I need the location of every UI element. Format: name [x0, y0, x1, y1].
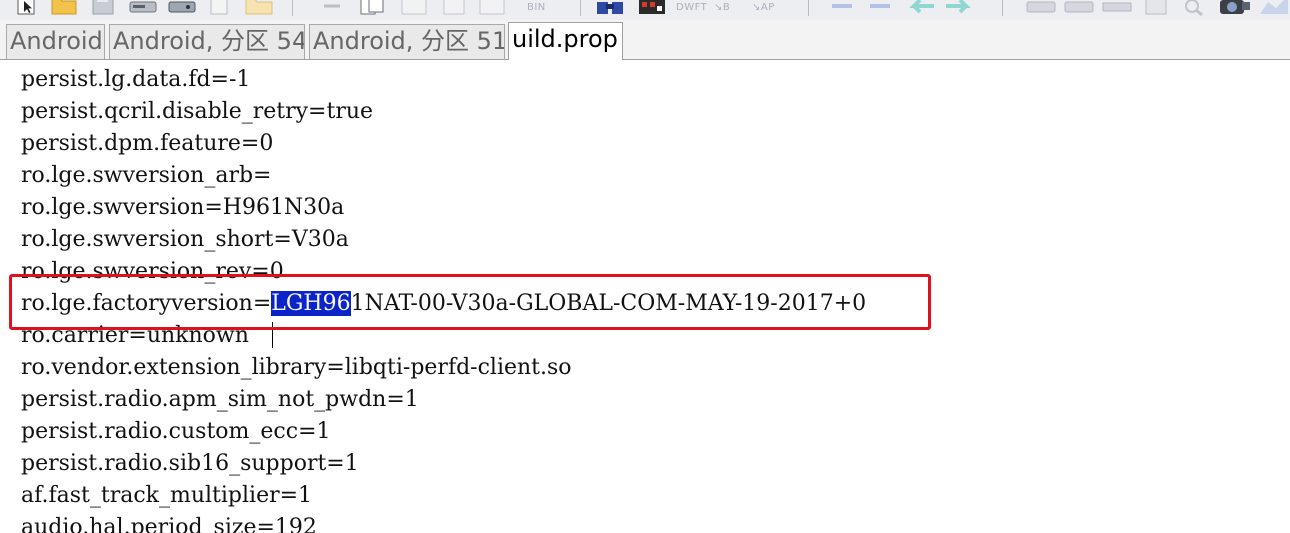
editor-line[interactable]: ro.lge.swversion_arb= [21, 160, 271, 192]
editor-line[interactable]: ro.lge.swversion_rev=0 [21, 256, 284, 288]
editor-line[interactable]: ro.vendor.extension_library=libqti-perfd… [21, 352, 572, 384]
ram-chip-icon[interactable] [1100, 0, 1134, 16]
toolbar-caption-ap: ↘AP [752, 2, 775, 13]
editor-line[interactable]: audio.hal.period_size=192 [21, 512, 317, 533]
text-caret [272, 322, 273, 348]
toolbar-caption-bin: BIN [527, 2, 546, 13]
document-icon[interactable] [206, 0, 232, 16]
copy-pages-icon[interactable] [358, 0, 388, 16]
paste-special-icon[interactable] [440, 0, 470, 16]
factoryversion-key: ro.lge.factoryversion= [21, 291, 272, 316]
toolbar-caption-b: ↘B [714, 2, 731, 13]
editor-line[interactable]: ro.carrier=unknown [21, 320, 249, 352]
editor-line[interactable]: persist.radio.custom_ecc=1 [21, 416, 331, 448]
editor-line[interactable]: ro.lge.swversion=H961N30a [21, 192, 344, 224]
drive-gray-icon[interactable] [1024, 0, 1058, 16]
back-arrow-icon[interactable] [904, 0, 938, 16]
factoryversion-value-rest: 1NAT-00-V30a-GLOBAL-COM-MAY-19-2017+0 [350, 291, 867, 316]
compare-icon[interactable] [476, 0, 510, 16]
undo-icon[interactable] [320, 0, 344, 16]
open-folder-icon[interactable] [50, 0, 78, 16]
editor-line[interactable]: persist.radio.apm_sim_not_pwdn=1 [21, 384, 419, 416]
text-editor[interactable]: persist.lg.data.fd=-1 persist.qcril.disa… [0, 60, 1290, 533]
calculator-icon[interactable] [1142, 0, 1170, 16]
hard-drive-icon[interactable] [128, 0, 158, 16]
toolbar: BIN DWFT ↘B ↘AP [0, 0, 1290, 20]
camera-icon[interactable] [1216, 0, 1252, 16]
find-hex-icon[interactable] [636, 0, 668, 16]
editor-line-factoryversion[interactable]: ro.lge.factoryversion=LGH961NAT-00-V30a-… [21, 288, 866, 320]
arrow-forward-icon[interactable] [866, 0, 898, 16]
binoculars-icon[interactable] [594, 0, 628, 16]
editor-line[interactable]: persist.radio.sib16_support=1 [21, 448, 359, 480]
tab-android[interactable]: Android [6, 24, 105, 59]
text-selection[interactable]: LGH96 [271, 291, 351, 316]
tab-android-partition-51[interactable]: Android, 分区 51 [309, 24, 505, 59]
arrow-right-icon[interactable] [828, 0, 860, 16]
drive-gray-2-icon[interactable] [1062, 0, 1096, 16]
folder-icon[interactable] [244, 0, 274, 16]
cursor-select-icon[interactable] [14, 0, 38, 16]
editor-line[interactable]: ro.lge.swversion_short=V30a [21, 224, 349, 256]
editor-line[interactable]: persist.lg.data.fd=-1 [21, 64, 250, 96]
chart-icon[interactable] [1258, 0, 1290, 16]
editor-line[interactable]: persist.qcril.disable_retry=true [21, 96, 373, 128]
editor-line[interactable]: af.fast_track_multiplier=1 [21, 480, 312, 512]
tab-android-partition-54[interactable]: Android, 分区 54 [109, 24, 305, 59]
toolbar-caption-dwft: DWFT [676, 2, 708, 13]
forward-arrow-icon[interactable] [942, 0, 978, 16]
editor-line[interactable]: persist.dpm.feature=0 [21, 128, 273, 160]
disk-image-icon[interactable] [166, 0, 198, 16]
save-disk-icon[interactable] [90, 0, 116, 16]
paste-icon[interactable] [398, 0, 432, 16]
tab-build-prop[interactable]: uild.prop [508, 22, 623, 60]
magnifier-icon[interactable] [1180, 0, 1208, 16]
